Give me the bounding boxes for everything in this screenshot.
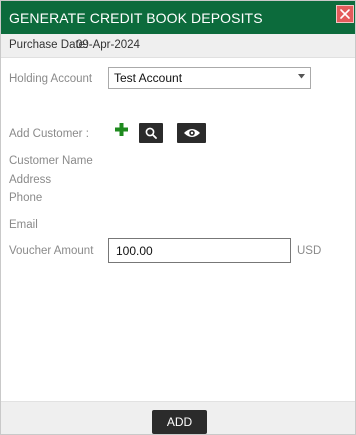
- close-icon: [340, 9, 350, 19]
- chevron-down-icon: [298, 74, 305, 79]
- dialog-footer: ADD: [1, 401, 355, 434]
- view-customer-button[interactable]: [177, 123, 206, 143]
- email-label: Email: [9, 219, 38, 231]
- add-customer-label: Add Customer :: [9, 128, 89, 140]
- close-button[interactable]: [336, 5, 354, 23]
- voucher-amount-input[interactable]: [108, 238, 291, 263]
- generate-credit-book-deposits-dialog: GENERATE CREDIT BOOK DEPOSITS Purchase D…: [0, 0, 356, 435]
- currency-label: USD: [297, 245, 322, 257]
- holding-account-label: Holding Account: [9, 73, 93, 85]
- dialog-title: GENERATE CREDIT BOOK DEPOSITS: [9, 10, 263, 26]
- search-customer-button[interactable]: [139, 123, 163, 143]
- dialog-title-bar: GENERATE CREDIT BOOK DEPOSITS: [1, 1, 355, 34]
- add-button[interactable]: ADD: [152, 410, 207, 434]
- plus-icon[interactable]: [115, 123, 128, 136]
- voucher-amount-label: Voucher Amount: [9, 245, 94, 257]
- purchase-date-bar: Purchase Date: 09-Apr-2024: [1, 34, 355, 58]
- customer-name-label: Customer Name: [9, 155, 93, 167]
- address-label: Address: [9, 174, 52, 186]
- eye-icon: [183, 129, 200, 137]
- holding-account-value: Test Account: [114, 71, 183, 85]
- holding-account-select[interactable]: Test Account: [108, 67, 311, 89]
- search-icon: [145, 127, 157, 139]
- phone-label: Phone: [9, 192, 43, 204]
- purchase-date-value: 09-Apr-2024: [76, 39, 140, 51]
